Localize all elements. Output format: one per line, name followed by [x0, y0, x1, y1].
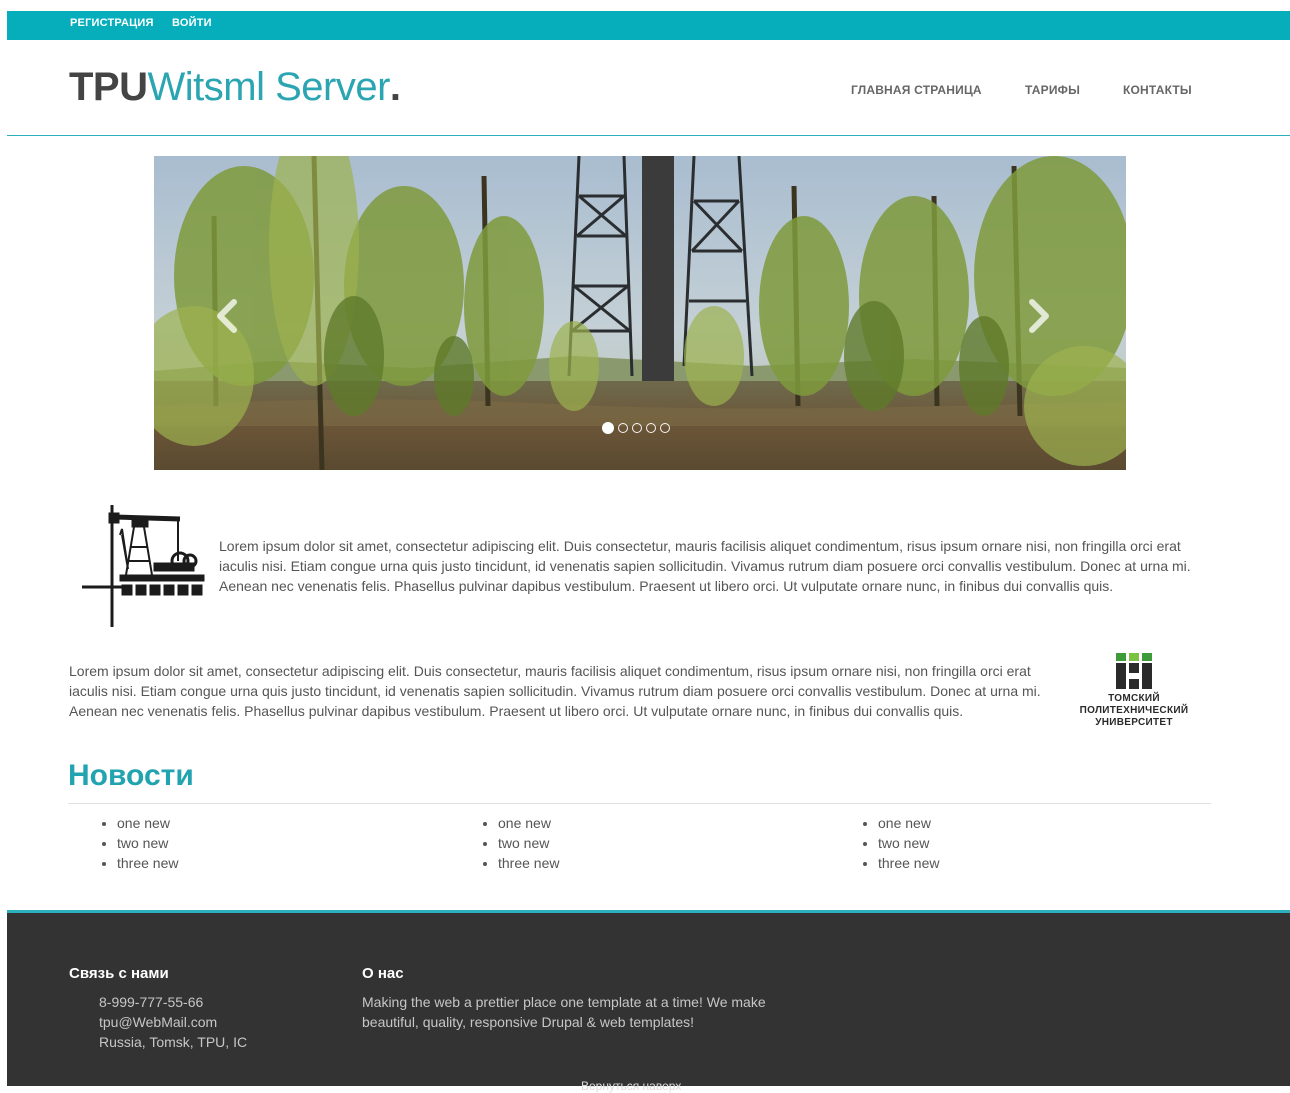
news-divider	[68, 803, 1211, 804]
chevron-right-icon	[1029, 299, 1049, 333]
login-link[interactable]: ВОЙТИ	[172, 11, 212, 35]
about-text-line1: Making the web a prettier place one temp…	[362, 994, 766, 1010]
about-heading: О нас	[362, 965, 404, 982]
intro-paragraph-2: Lorem ipsum dolor sit amet, consectetur …	[69, 663, 1041, 719]
news-item-text: three new	[878, 855, 940, 871]
carousel-dot[interactable]	[632, 423, 642, 433]
image-carousel[interactable]	[154, 156, 1126, 470]
carousel-dot[interactable]	[602, 422, 614, 434]
logo-part-tpu: TPU	[69, 65, 148, 109]
top-bar: РЕГИСТРАЦИЯ ВОЙТИ	[7, 11, 1290, 40]
tpu-logo-line1: ТОМСКИЙ	[1108, 693, 1160, 704]
site-logo[interactable]: TPUWitsml Server.	[69, 64, 401, 110]
back-to-top-link[interactable]: Вернуться наверх	[581, 1079, 681, 1093]
news-item[interactable]: two new	[117, 833, 178, 853]
tpu-logo-icon	[1116, 653, 1152, 689]
news-item[interactable]: three new	[117, 853, 178, 873]
logo-part-witsml: Witsml Server	[147, 65, 391, 109]
logo-part-dot: .	[389, 65, 401, 109]
carousel-dot[interactable]	[618, 423, 628, 433]
contact-heading: Связь с нами	[69, 965, 169, 982]
news-item[interactable]: three new	[878, 853, 939, 873]
news-item-text: three new	[117, 855, 179, 871]
news-column-2: one new two new three new	[480, 813, 559, 873]
carousel-prev-arrow[interactable]	[212, 296, 242, 336]
news-item[interactable]: one new	[498, 813, 559, 833]
tpu-logo-line2: ПОЛИТЕХНИЧЕСКИЙ	[1079, 705, 1189, 716]
news-item[interactable]: three new	[498, 853, 559, 873]
site-header: TPUWitsml Server. ГЛАВНАЯ СТРАНИЦА ТАРИФ…	[7, 40, 1290, 136]
carousel-dot[interactable]	[660, 423, 670, 433]
news-item-text: one new	[498, 815, 551, 831]
news-item[interactable]: one new	[878, 813, 939, 833]
register-link[interactable]: РЕГИСТРАЦИЯ	[70, 11, 154, 35]
news-item-text: three new	[498, 855, 560, 871]
contact-address: Russia, Tomsk, TPU, IC	[99, 1034, 248, 1050]
news-item-text: one new	[878, 815, 931, 831]
carousel-dot[interactable]	[646, 423, 656, 433]
news-column-3: one new two new three new	[860, 813, 939, 873]
site-footer: Связь с нами 8-999-777-55-66 tpu@WebMail…	[7, 910, 1290, 1093]
news-item-text: two new	[498, 835, 550, 851]
about-text-line2: beautiful, quality, responsive Drupal & …	[362, 1014, 695, 1030]
nav-tariffs[interactable]: ТАРИФЫ	[1025, 83, 1080, 97]
tpu-logo: ТОМСКИЙ ПОЛИТЕХНИЧЕСКИЙ УНИВЕРСИТЕТ	[1074, 653, 1194, 733]
contact-email[interactable]: tpu@WebMail.com	[99, 1012, 217, 1032]
news-column-1: one new two new three new	[99, 813, 178, 873]
news-item[interactable]: two new	[498, 833, 559, 853]
tpu-logo-line3: УНИВЕРСИТЕТ	[1095, 717, 1173, 728]
contact-phone: 8-999-777-55-66	[99, 994, 204, 1010]
news-item[interactable]: one new	[117, 813, 178, 833]
chevron-left-icon	[217, 299, 237, 333]
oil-rig-icon	[82, 505, 206, 627]
news-heading: Новости	[68, 759, 194, 792]
news-item[interactable]: two new	[878, 833, 939, 853]
nav-contacts[interactable]: КОНТАКТЫ	[1123, 83, 1192, 97]
carousel-indicators	[602, 422, 670, 434]
carousel-next-arrow[interactable]	[1024, 296, 1054, 336]
intro-paragraph-1: Lorem ipsum dolor sit amet, consectetur …	[219, 538, 1191, 594]
news-item-text: two new	[117, 835, 169, 851]
nav-home[interactable]: ГЛАВНАЯ СТРАНИЦА	[851, 83, 982, 97]
news-item-text: two new	[878, 835, 930, 851]
news-item-text: one new	[117, 815, 170, 831]
